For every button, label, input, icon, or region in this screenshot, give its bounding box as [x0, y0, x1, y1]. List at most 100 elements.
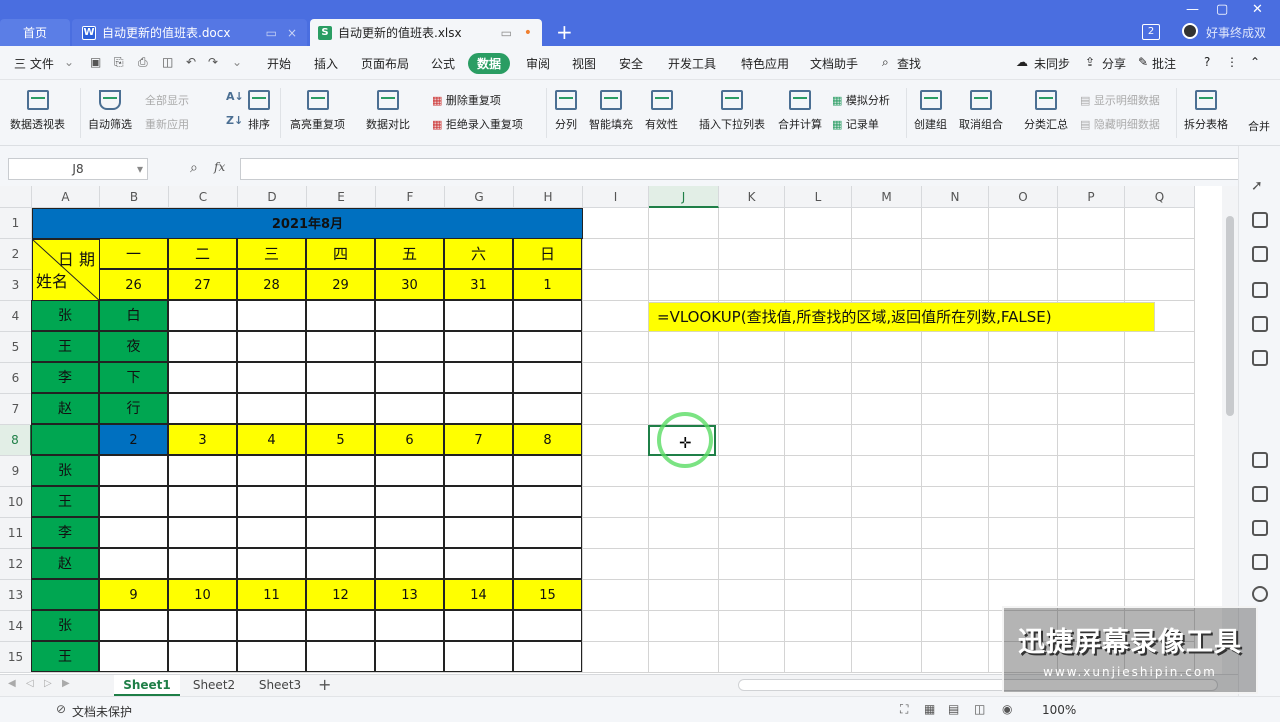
grid-cell[interactable] — [785, 363, 852, 394]
grid-cell[interactable] — [719, 487, 785, 518]
date-cell[interactable]: 29 — [306, 269, 375, 300]
grid-cell[interactable] — [649, 642, 719, 673]
grid-cell[interactable] — [922, 239, 989, 270]
grid-cell[interactable] — [719, 456, 785, 487]
protection-status[interactable]: 文档未保护 — [72, 703, 132, 720]
grid-cell[interactable] — [1058, 363, 1125, 394]
column-header[interactable]: P — [1058, 186, 1125, 208]
row-header[interactable]: 13 — [0, 580, 32, 611]
grid-cell[interactable] — [719, 611, 785, 642]
grid-cell[interactable] — [989, 487, 1058, 518]
date-cell[interactable]: 1 — [513, 269, 582, 300]
grid-cell[interactable] — [583, 642, 649, 673]
grid-cell[interactable] — [719, 642, 785, 673]
schedule-cell[interactable] — [444, 362, 513, 393]
hide-detail-button[interactable]: ▤ 隐藏明细数据 — [1080, 116, 1160, 132]
grid-cell[interactable] — [1125, 487, 1195, 518]
date-cell[interactable]: 5 — [306, 424, 375, 455]
grid-cell[interactable] — [852, 456, 922, 487]
grid-cell[interactable] — [583, 332, 649, 363]
highlight-duplicates-button[interactable]: 高亮重复项 — [290, 90, 345, 132]
zoom-level[interactable]: 100% — [1042, 703, 1076, 717]
grid-cell[interactable] — [1058, 332, 1125, 363]
grid-cell[interactable] — [922, 456, 989, 487]
schedule-cell[interactable] — [168, 393, 237, 424]
data-compare-button[interactable]: 数据对比 — [366, 90, 410, 132]
weekday-cell[interactable]: 六 — [444, 238, 513, 269]
user-name[interactable]: 好事终成双 — [1206, 24, 1266, 41]
schedule-cell[interactable] — [99, 517, 168, 548]
schedule-cell[interactable] — [513, 486, 582, 517]
name-cell-empty[interactable] — [31, 579, 99, 610]
vertical-scrollbar[interactable] — [1222, 186, 1238, 674]
grid-cell[interactable] — [852, 487, 922, 518]
grid-cell[interactable] — [989, 239, 1058, 270]
schedule-cell[interactable] — [375, 641, 444, 672]
grid-cell[interactable] — [852, 580, 922, 611]
schedule-cell[interactable] — [237, 455, 306, 486]
last-sheet-icon[interactable]: ▶ — [62, 678, 70, 689]
record-form-button[interactable]: ▦ 记录单 — [832, 116, 879, 132]
share-button[interactable]: 分享 — [1102, 55, 1126, 72]
grid-cell[interactable] — [852, 270, 922, 301]
schedule-cell[interactable] — [237, 362, 306, 393]
protect-icon[interactable] — [1252, 554, 1268, 570]
schedule-cell[interactable] — [513, 610, 582, 641]
scroll-thumb[interactable] — [1226, 216, 1234, 416]
name-cell[interactable]: 张 — [31, 455, 99, 486]
column-header[interactable]: B — [100, 186, 169, 208]
grid-cell[interactable] — [719, 518, 785, 549]
grid-cell[interactable] — [785, 456, 852, 487]
menu-security[interactable]: 安全 — [619, 55, 643, 72]
schedule-cell[interactable] — [444, 548, 513, 579]
date-cell[interactable]: 13 — [375, 579, 444, 610]
comment-button[interactable]: 批注 — [1152, 55, 1176, 72]
grid-cell[interactable] — [583, 270, 649, 301]
create-group-button[interactable]: 创建组 — [914, 90, 947, 132]
undo-icon[interactable]: ↶ — [186, 55, 196, 69]
name-cell[interactable]: 李 — [31, 517, 99, 548]
sheet-tab-2[interactable]: Sheet2 — [182, 675, 246, 696]
grid-cell[interactable] — [583, 301, 649, 332]
autofilter-button[interactable]: 自动筛选 — [88, 90, 132, 132]
apps-icon[interactable] — [1252, 316, 1268, 332]
schedule-cell[interactable] — [306, 393, 375, 424]
row-header[interactable]: 3 — [0, 270, 32, 301]
shift-cell[interactable]: 下 — [99, 362, 168, 393]
insert-dropdown-button[interactable]: 插入下拉列表 — [699, 90, 765, 132]
grid-cell[interactable] — [1125, 394, 1195, 425]
schedule-cell[interactable] — [375, 548, 444, 579]
schedule-cell[interactable] — [375, 455, 444, 486]
search-menu[interactable]: 查找 — [897, 55, 921, 72]
grid-cell[interactable] — [852, 642, 922, 673]
zoom-search-icon[interactable]: ⌕ — [190, 160, 198, 176]
weekday-cell[interactable]: 四 — [306, 238, 375, 269]
schedule-cell[interactable] — [513, 393, 582, 424]
schedule-cell[interactable] — [306, 486, 375, 517]
grid-cell[interactable] — [1058, 549, 1125, 580]
remove-duplicates-button[interactable]: ▦ 删除重复项 — [432, 92, 501, 108]
column-header[interactable]: F — [376, 186, 445, 208]
grid-cell[interactable] — [1125, 425, 1195, 456]
schedule-cell[interactable] — [237, 548, 306, 579]
grid-cell[interactable] — [852, 518, 922, 549]
schedule-cell[interactable] — [168, 548, 237, 579]
pivot-table-button[interactable]: 数据透视表 — [10, 90, 65, 132]
more-icon[interactable]: ⋮ — [1226, 55, 1238, 69]
split-table-button[interactable]: 拆分表格 — [1184, 90, 1228, 132]
row-header[interactable]: 5 — [0, 332, 32, 363]
menu-formula[interactable]: 公式 — [431, 55, 455, 72]
schedule-cell[interactable] — [375, 300, 444, 331]
date-cell[interactable]: 26 — [99, 269, 168, 300]
vlookup-formula-note[interactable]: =VLOOKUP(查找值,所查找的区域,返回值所在列数,FALSE) — [648, 302, 1155, 332]
spreadsheet-grid[interactable]: A B C D E F G H I J K L M N O P Q 1 2 3 4 5 6 7 8 9 10 11 12 13 14 15 20… — [0, 186, 1222, 674]
grid-cell[interactable] — [1125, 363, 1195, 394]
grid-cell[interactable] — [852, 208, 922, 239]
menu-developer[interactable]: 开发工具 — [668, 55, 716, 72]
schedule-cell[interactable] — [237, 641, 306, 672]
grid-cell[interactable] — [922, 642, 989, 673]
fx-label[interactable]: fx — [214, 160, 225, 174]
show-detail-button[interactable]: ▤ 显示明细数据 — [1080, 92, 1160, 108]
customize-icon[interactable]: ⌄ — [232, 55, 242, 69]
grid-cell[interactable] — [583, 580, 649, 611]
